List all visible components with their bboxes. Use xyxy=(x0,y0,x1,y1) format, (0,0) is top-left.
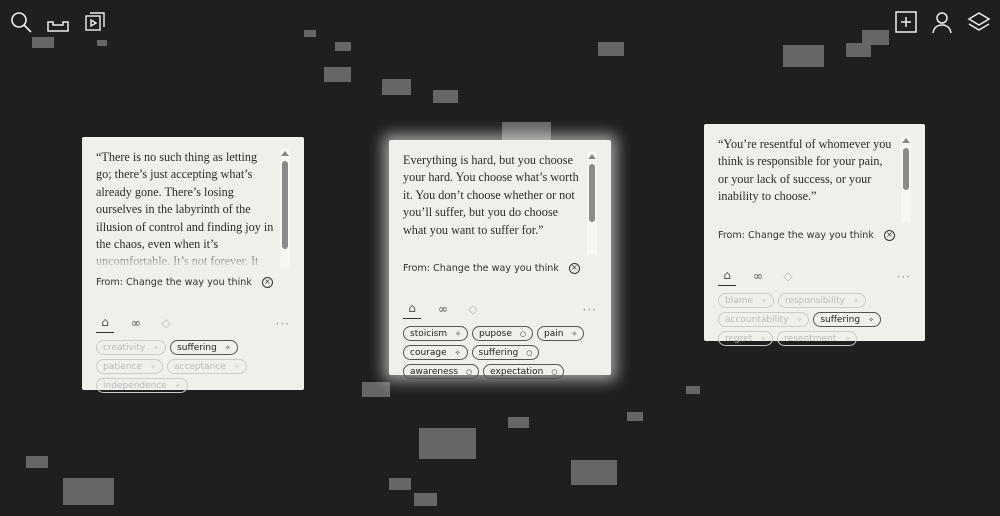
tag-label: pupose xyxy=(479,328,512,339)
search-icon[interactable] xyxy=(9,10,33,34)
tag-chip[interactable]: pain ✧ xyxy=(537,326,585,341)
scrollbar[interactable] xyxy=(901,136,911,222)
sparkle-icon: ✧ xyxy=(174,381,181,390)
add-icon[interactable] xyxy=(894,10,918,34)
sparkle-icon: ✧ xyxy=(761,296,767,305)
sparkle-icon: ✧ xyxy=(233,362,240,371)
layers-icon[interactable]: ◇ xyxy=(465,302,481,318)
tag-list: stoicism ✧ pupose ○ pain ✧ courage ✧ suffering ○ a… xyxy=(403,326,603,379)
quote-scroll-area[interactable]: Everything is hard, but you choose your … xyxy=(403,152,597,255)
tag-list: blame ✧ responsibility ✧ accountability ✧ suff… xyxy=(718,293,918,346)
quote-text: Everything is hard, but you choose your … xyxy=(403,153,579,237)
tag-chip[interactable]: accountability ✧ xyxy=(718,312,810,327)
tag-chip[interactable]: expectation ○ xyxy=(483,364,565,379)
tag-chip[interactable]: responsibility ✧ xyxy=(777,293,866,308)
tag-chip[interactable]: suffering ✧ xyxy=(813,312,881,327)
tag-label: awareness xyxy=(410,366,459,377)
more-options-button[interactable]: ··· xyxy=(583,303,597,317)
quote-card[interactable]: Everything is hard, but you choose your … xyxy=(389,140,611,379)
tag-label: responsibility xyxy=(784,295,845,306)
tag-label: courage xyxy=(410,347,447,358)
sparkle-icon: ✧ xyxy=(455,329,462,338)
tag-chip[interactable]: suffering ✧ xyxy=(170,340,238,355)
quote-text: “You’re resentful of whomever you think … xyxy=(718,137,892,204)
tag-label: expectation xyxy=(490,366,544,377)
tag-label: accountability xyxy=(725,314,789,325)
tag-label: suffering xyxy=(478,347,519,358)
sparkle-icon: ✧ xyxy=(149,362,156,371)
tag-icon[interactable]: ⌂ xyxy=(96,315,114,333)
link-icon[interactable]: ∞ xyxy=(128,316,144,332)
quote-card[interactable]: “You’re resentful of whomever you think … xyxy=(704,124,925,346)
remove-source-icon[interactable]: × xyxy=(261,277,273,288)
tag-icon[interactable]: ⌂ xyxy=(718,268,736,286)
sparkle-icon: ✧ xyxy=(852,296,859,305)
circle-icon: ○ xyxy=(466,367,473,376)
source-label[interactable]: From: Change the way you think xyxy=(403,263,559,274)
tag-chip[interactable]: patience ✧ xyxy=(96,359,163,374)
tag-chip[interactable]: regret ✧ xyxy=(718,331,774,346)
source-label[interactable]: From: Change the way you think xyxy=(718,230,874,241)
tag-label: resentment xyxy=(784,333,837,344)
tag-chip[interactable]: independence ✧ xyxy=(96,378,188,393)
tag-chip[interactable]: pupose ○ xyxy=(472,326,533,341)
source-label[interactable]: From: Change the way you think xyxy=(96,277,252,288)
sparkle-icon: ✧ xyxy=(868,315,874,324)
quote-scroll-area[interactable]: “You’re resentful of whomever you think … xyxy=(718,136,911,222)
layers-icon[interactable]: ◇ xyxy=(158,316,174,332)
layers-icon[interactable]: ◇ xyxy=(780,269,796,285)
layers-icon[interactable] xyxy=(967,10,991,34)
scroll-up-icon[interactable] xyxy=(588,154,596,159)
tag-label: blame xyxy=(725,295,754,306)
sparkle-icon: ✧ xyxy=(571,329,578,338)
tag-label: independence xyxy=(103,380,167,391)
media-library-icon[interactable] xyxy=(83,10,107,34)
remove-source-icon[interactable]: × xyxy=(883,230,895,241)
circle-icon: ○ xyxy=(519,329,526,338)
inbox-icon[interactable] xyxy=(46,12,70,36)
link-icon[interactable]: ∞ xyxy=(435,302,451,318)
user-icon[interactable] xyxy=(930,10,954,34)
tag-label: patience xyxy=(103,361,142,372)
sparkle-icon: ✧ xyxy=(796,315,803,324)
tag-chip[interactable]: resentment ✧ xyxy=(777,331,858,346)
remove-source-icon[interactable]: × xyxy=(568,263,580,274)
tag-icon[interactable]: ⌂ xyxy=(403,301,421,319)
tag-chip[interactable]: suffering ○ xyxy=(471,345,540,360)
circle-icon: ○ xyxy=(526,348,533,357)
circle-icon: ○ xyxy=(551,367,558,376)
sparkle-icon: ✧ xyxy=(760,334,767,343)
tag-chip[interactable]: courage ✧ xyxy=(403,345,468,360)
sparkle-icon: ✧ xyxy=(153,343,160,352)
more-options-button[interactable]: ··· xyxy=(897,270,911,284)
tag-chip[interactable]: awareness ○ xyxy=(403,364,480,379)
tag-chip[interactable]: acceptance ✧ xyxy=(166,359,247,374)
tag-label: pain xyxy=(544,328,564,339)
more-options-button[interactable]: ··· xyxy=(276,317,290,331)
tag-label: stoicism xyxy=(410,328,448,339)
tag-label: suffering xyxy=(820,314,861,325)
scrollbar[interactable] xyxy=(280,149,290,269)
tag-list: creativity ✧ suffering ✧ patience ✧ acceptance… xyxy=(96,340,296,393)
scroll-up-icon[interactable] xyxy=(281,151,289,156)
tag-chip[interactable]: stoicism ✧ xyxy=(403,326,469,341)
quote-scroll-area[interactable]: “There is no such thing as letting go; t… xyxy=(96,149,290,269)
tag-label: creativity xyxy=(103,342,146,353)
sparkle-icon: ✧ xyxy=(844,334,851,343)
scrollbar[interactable] xyxy=(587,152,597,255)
link-icon[interactable]: ∞ xyxy=(750,269,766,285)
tag-label: acceptance xyxy=(173,361,226,372)
tag-chip[interactable]: blame ✧ xyxy=(718,293,774,308)
tag-label: regret xyxy=(725,333,753,344)
quote-card[interactable]: “There is no such thing as letting go; t… xyxy=(82,137,304,393)
sparkle-icon: ✧ xyxy=(224,343,231,352)
tag-chip[interactable]: creativity ✧ xyxy=(96,340,167,355)
tag-label: suffering xyxy=(177,342,217,353)
sparkle-icon: ✧ xyxy=(454,348,461,357)
scroll-up-icon[interactable] xyxy=(902,138,910,143)
